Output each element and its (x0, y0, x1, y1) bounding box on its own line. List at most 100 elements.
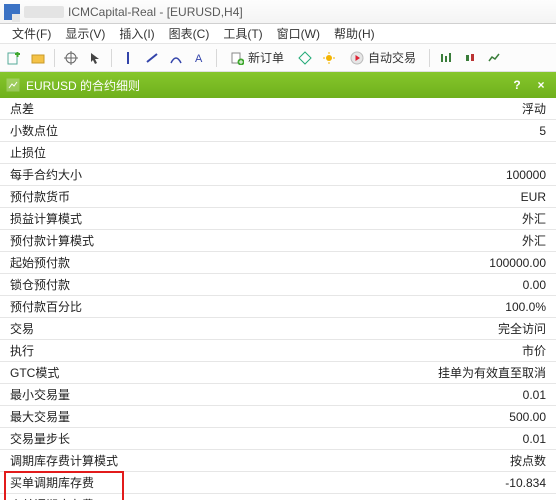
draw-cycle-button[interactable] (166, 48, 186, 68)
property-label: 买单调期库存费 (10, 474, 94, 491)
draw-vline-button[interactable] (118, 48, 138, 68)
toolbar: A 新订单 自动交易 (0, 44, 556, 72)
property-label: 交易量步长 (10, 430, 70, 447)
menu-charts[interactable]: 图表(C) (163, 23, 216, 44)
property-label: 调期库存费计算模式 (10, 452, 118, 469)
property-label: 预付款百分比 (10, 298, 82, 315)
line-chart-icon (487, 51, 501, 65)
property-value: 按点数 (510, 452, 546, 469)
separator (429, 49, 430, 67)
diamond-icon (298, 51, 312, 65)
property-label: 每手合约大小 (10, 166, 82, 183)
property-label: 最小交易量 (10, 386, 70, 403)
candlestick-icon (463, 51, 477, 65)
auto-trade-button[interactable]: 自动交易 (343, 47, 423, 69)
auto-trade-label: 自动交易 (368, 49, 416, 66)
property-label: 卖单调期库存费 (10, 496, 94, 500)
property-list: 点差浮动小数点位5止损位每手合约大小100000预付款货币EUR损益计算模式外汇… (0, 98, 556, 500)
new-chart-button[interactable] (4, 48, 24, 68)
property-label: 起始预付款 (10, 254, 70, 271)
property-row: 执行市价 (0, 340, 556, 362)
property-label: 损益计算模式 (10, 210, 82, 227)
separator (54, 49, 55, 67)
property-row: 点差 浮动 (0, 98, 556, 120)
property-row: 预付款计算模式 外汇 (0, 230, 556, 252)
property-row: 最大交易量 500.00 (0, 406, 556, 428)
property-row: 起始预付款 100000.00 (0, 252, 556, 274)
text-icon: A (193, 51, 207, 65)
panel-help-button[interactable]: ? (508, 76, 526, 94)
new-order-label: 新订单 (248, 49, 284, 66)
svg-text:A: A (195, 53, 203, 65)
property-value: 0.00 (523, 278, 546, 292)
property-row: 预付款货币EUR (0, 186, 556, 208)
bar-chart-icon (439, 51, 453, 65)
property-row: 调期库存费计算模式 按点数 (0, 450, 556, 472)
panel-close-button[interactable]: × (532, 76, 550, 94)
property-value: 0.01 (523, 432, 546, 446)
trend-line-icon (145, 51, 159, 65)
cursor-icon (88, 51, 102, 65)
menu-view[interactable]: 显示(V) (59, 23, 111, 44)
expert-list-button[interactable] (295, 48, 315, 68)
property-value: 0.01 (523, 388, 546, 402)
chart-panel-icon (6, 78, 20, 92)
menu-window[interactable]: 窗口(W) (271, 23, 326, 44)
property-value: 100000 (506, 168, 546, 182)
candlestick-button[interactable] (460, 48, 480, 68)
property-label: 最大交易量 (10, 408, 70, 425)
app-icon (4, 4, 20, 20)
property-value: 100.0% (505, 300, 546, 314)
profiles-button[interactable] (28, 48, 48, 68)
line-chart-button[interactable] (484, 48, 504, 68)
property-label: GTC模式 (10, 364, 59, 381)
property-value: 浮动 (522, 100, 546, 117)
property-label: 预付款计算模式 (10, 232, 94, 249)
panel-title: EURUSD 的合约细则 (26, 77, 140, 94)
property-value: 500.00 (509, 410, 546, 424)
menubar: 文件(F) 显示(V) 插入(I) 图表(C) 工具(T) 窗口(W) 帮助(H… (0, 24, 556, 44)
crosshair-icon (64, 51, 78, 65)
property-value: 外汇 (522, 232, 546, 249)
property-value: EUR (521, 190, 546, 204)
property-row: 买单调期库存费 -10.834 (0, 472, 556, 494)
property-label: 小数点位 (10, 122, 58, 139)
draw-trend-button[interactable] (142, 48, 162, 68)
cursor-button[interactable] (85, 48, 105, 68)
property-value: 5 (539, 124, 546, 138)
property-row: 小数点位 5 (0, 120, 556, 142)
crosshair-button[interactable] (61, 48, 81, 68)
property-value: 100000.00 (489, 256, 546, 270)
menu-help[interactable]: 帮助(H) (328, 23, 381, 44)
property-row: 预付款百分比 100.0% (0, 296, 556, 318)
property-label: 锁仓预付款 (10, 276, 70, 293)
property-label: 止损位 (10, 144, 46, 161)
sun-icon (322, 51, 336, 65)
folder-icon (31, 51, 45, 65)
plus-doc-icon (7, 51, 21, 65)
property-row: 损益计算模式 外汇 (0, 208, 556, 230)
menu-insert[interactable]: 插入(I) (113, 23, 160, 44)
property-label: 点差 (10, 100, 34, 117)
property-row: 交易量步长 0.01 (0, 428, 556, 450)
panel-header: EURUSD 的合约细则 ? × (0, 72, 556, 98)
metaquotes-button[interactable] (319, 48, 339, 68)
menu-file[interactable]: 文件(F) (6, 23, 57, 44)
draw-text-button[interactable]: A (190, 48, 210, 68)
menu-tools[interactable]: 工具(T) (217, 23, 268, 44)
property-value: 外汇 (522, 210, 546, 227)
play-icon (350, 51, 364, 65)
separator (111, 49, 112, 67)
property-value: -10.834 (505, 476, 546, 490)
property-row: 锁仓预付款 0.00 (0, 274, 556, 296)
property-label: 执行 (10, 342, 34, 359)
property-value: 完全访问 (498, 320, 546, 337)
window-titlebar: ICMCapital-Real - [EURUSD,H4] (0, 0, 556, 24)
property-row: 卖单调期库存费1.998 (0, 494, 556, 500)
separator (216, 49, 217, 67)
new-order-button[interactable]: 新订单 (223, 47, 291, 69)
property-value: 挂单为有效直至取消 (438, 364, 546, 381)
bar-chart-button[interactable] (436, 48, 456, 68)
cycle-icon (169, 51, 183, 65)
window-title: ICMCapital-Real - [EURUSD,H4] (68, 5, 243, 19)
